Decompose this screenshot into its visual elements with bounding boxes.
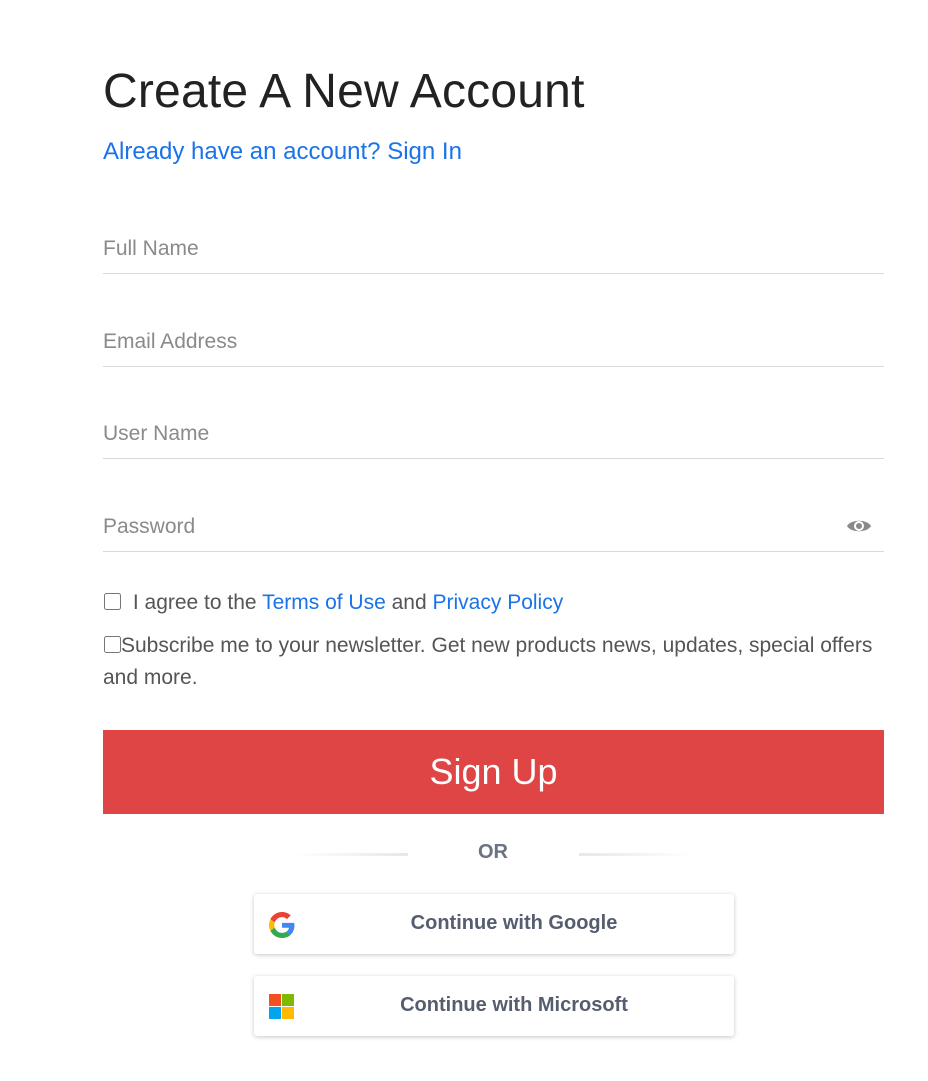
password-field xyxy=(103,495,884,552)
continue-with-google-button[interactable]: Continue with Google xyxy=(254,894,734,954)
email-field xyxy=(103,310,884,367)
agree-terms-checkbox[interactable] xyxy=(104,593,121,610)
newsletter-checkbox[interactable] xyxy=(104,636,121,653)
sign-up-button[interactable]: Sign Up xyxy=(103,730,884,814)
google-button-label: Continue with Google xyxy=(410,912,618,934)
google-logo-icon xyxy=(269,912,295,938)
eye-icon[interactable] xyxy=(846,517,872,535)
full-name-field xyxy=(103,217,884,274)
microsoft-logo-icon xyxy=(269,994,294,1019)
agree-and-text: and xyxy=(391,591,427,614)
full-name-input[interactable] xyxy=(103,237,823,261)
newsletter-label: Subscribe me to your newsletter. Get new… xyxy=(103,634,873,689)
page-title: Create A New Account xyxy=(103,65,585,118)
continue-with-microsoft-button[interactable]: Continue with Microsoft xyxy=(254,976,734,1036)
or-divider-right xyxy=(579,853,694,856)
username-input[interactable] xyxy=(103,422,823,446)
microsoft-button-label: Continue with Microsoft xyxy=(400,994,628,1016)
newsletter-row: Subscribe me to your newsletter. Get new… xyxy=(103,630,884,694)
agree-prefix-text: I agree to the xyxy=(132,591,257,614)
terms-of-use-link[interactable]: Terms of Use xyxy=(262,591,386,614)
sign-in-link[interactable]: Already have an account? Sign In xyxy=(103,138,462,166)
email-input[interactable] xyxy=(103,330,823,354)
or-divider-text: OR xyxy=(478,841,508,863)
password-input[interactable] xyxy=(103,515,823,539)
agree-terms-row: I agree to the Terms of Use and Privacy … xyxy=(103,587,884,619)
privacy-policy-link[interactable]: Privacy Policy xyxy=(433,591,564,614)
or-divider-left xyxy=(293,853,408,856)
username-field xyxy=(103,402,884,459)
